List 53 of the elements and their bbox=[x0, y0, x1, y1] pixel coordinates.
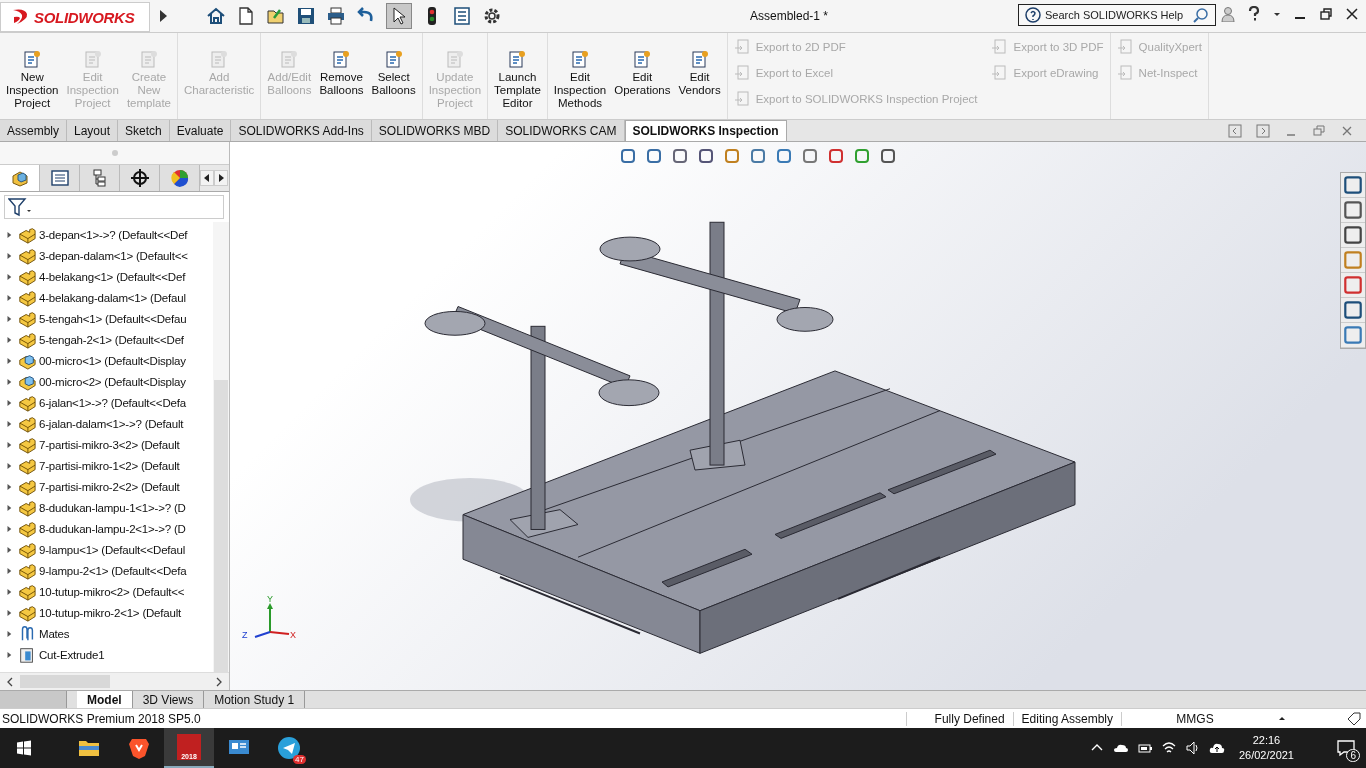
tree-item[interactable]: 00-micro<1> (Default<Display bbox=[39, 354, 186, 367]
x-axis-label: X bbox=[290, 630, 296, 640]
ribbon-button[interactable]: Launch Template Editor bbox=[490, 33, 545, 119]
tree-item[interactable]: 3-depan<1>->? (Default<<Def bbox=[39, 228, 188, 241]
search-box[interactable]: Search SOLIDWORKS Help bbox=[1018, 4, 1216, 26]
command-tab[interactable]: SOLIDWORKS CAM bbox=[498, 120, 625, 141]
tree-item[interactable]: Mates bbox=[39, 627, 70, 640]
notifications-button[interactable]: 6 bbox=[1326, 733, 1366, 763]
tree-item[interactable]: Cut-Extrude1 bbox=[39, 648, 105, 661]
tree-item[interactable]: 8-dudukan-lampu-2<1>->? (D bbox=[39, 522, 186, 535]
tree-item[interactable]: 7-partisi-mikro-2<2> (Default bbox=[39, 480, 180, 493]
command-tab[interactable]: Layout bbox=[67, 120, 119, 141]
tree-item[interactable]: 6-jalan-dalam<1>->? (Default bbox=[39, 417, 184, 430]
tree-item[interactable]: 4-belakang-dalam<1> (Defaul bbox=[39, 291, 186, 304]
z-axis-label: Z bbox=[242, 630, 248, 640]
command-tab[interactable]: SOLIDWORKS Inspection bbox=[624, 120, 787, 141]
ribbon-button[interactable]: New Inspection Project bbox=[2, 33, 63, 119]
command-tab[interactable]: Assembly bbox=[0, 120, 67, 141]
tree-item[interactable]: 9-lampu<1> (Default<<Defaul bbox=[39, 543, 186, 556]
tree-item[interactable]: 8-dudukan-lampu-1<1>->? (D bbox=[39, 501, 186, 514]
tree-item[interactable]: 7-partisi-mikro-3<2> (Default bbox=[39, 438, 180, 451]
ribbon-button[interactable]: Edit Inspection Methods bbox=[549, 33, 611, 119]
tree-item[interactable]: 3-depan-dalam<1> (Default<< bbox=[39, 249, 188, 262]
tree-item[interactable]: 5-tengah<1> (Default<<Defau bbox=[39, 312, 187, 325]
messenger-app-button[interactable]: 47 bbox=[264, 728, 314, 768]
tree-item[interactable]: 10-tutup-mikro-2<1> (Default bbox=[39, 606, 182, 619]
app-logo: SOLIDWORKS bbox=[0, 2, 150, 32]
tree-item[interactable]: 10-tutup-mikro<2> (Default<< bbox=[39, 585, 185, 598]
tree-item[interactable]: 4-belakang<1> (Default<<Def bbox=[39, 270, 186, 283]
ribbon-button[interactable]: Edit Vendors bbox=[674, 33, 725, 119]
status-text: SOLIDWORKS Premium 2018 SP5.0 bbox=[2, 711, 202, 726]
tree-item[interactable]: 5-tengah-2<1> (Default<<Def bbox=[39, 333, 184, 346]
status-field: Fully Defined bbox=[905, 711, 1013, 726]
document-title: Assembled-1 * bbox=[750, 9, 829, 23]
tree-item[interactable]: 9-lampu-2<1> (Default<<Defa bbox=[39, 564, 187, 577]
ribbon-button[interactable]: Select Balloons bbox=[367, 33, 420, 119]
clock-date[interactable]: 26/02/2021 bbox=[1238, 748, 1294, 763]
tree-item[interactable]: 7-partisi-mikro-1<2> (Default bbox=[39, 459, 180, 472]
tree-item[interactable]: 6-jalan<1>->? (Default<<Defa bbox=[39, 396, 186, 409]
status-field: MMGS bbox=[1121, 711, 1268, 726]
command-tab[interactable]: Sketch bbox=[118, 120, 170, 141]
bottom-tab[interactable]: Model bbox=[77, 691, 133, 708]
command-tab[interactable]: Evaluate bbox=[169, 120, 232, 141]
clock-time[interactable]: 22:16 bbox=[1252, 733, 1281, 748]
unread-badge: 47 bbox=[293, 755, 306, 764]
command-tab[interactable]: SOLIDWORKS MBD bbox=[371, 120, 499, 141]
status-field: Editing Assembly bbox=[1012, 711, 1121, 726]
y-axis-label: Y bbox=[267, 594, 273, 604]
ribbon-button[interactable]: Edit Operations bbox=[610, 33, 675, 119]
command-tab[interactable]: SOLIDWORKS Add-Ins bbox=[231, 120, 372, 141]
help-search-field[interactable]: Search SOLIDWORKS Help bbox=[1045, 9, 1189, 21]
ribbon-button[interactable]: Remove Balloons bbox=[315, 33, 368, 119]
tree-item[interactable]: 00-micro<2> (Default<Display bbox=[39, 375, 186, 388]
